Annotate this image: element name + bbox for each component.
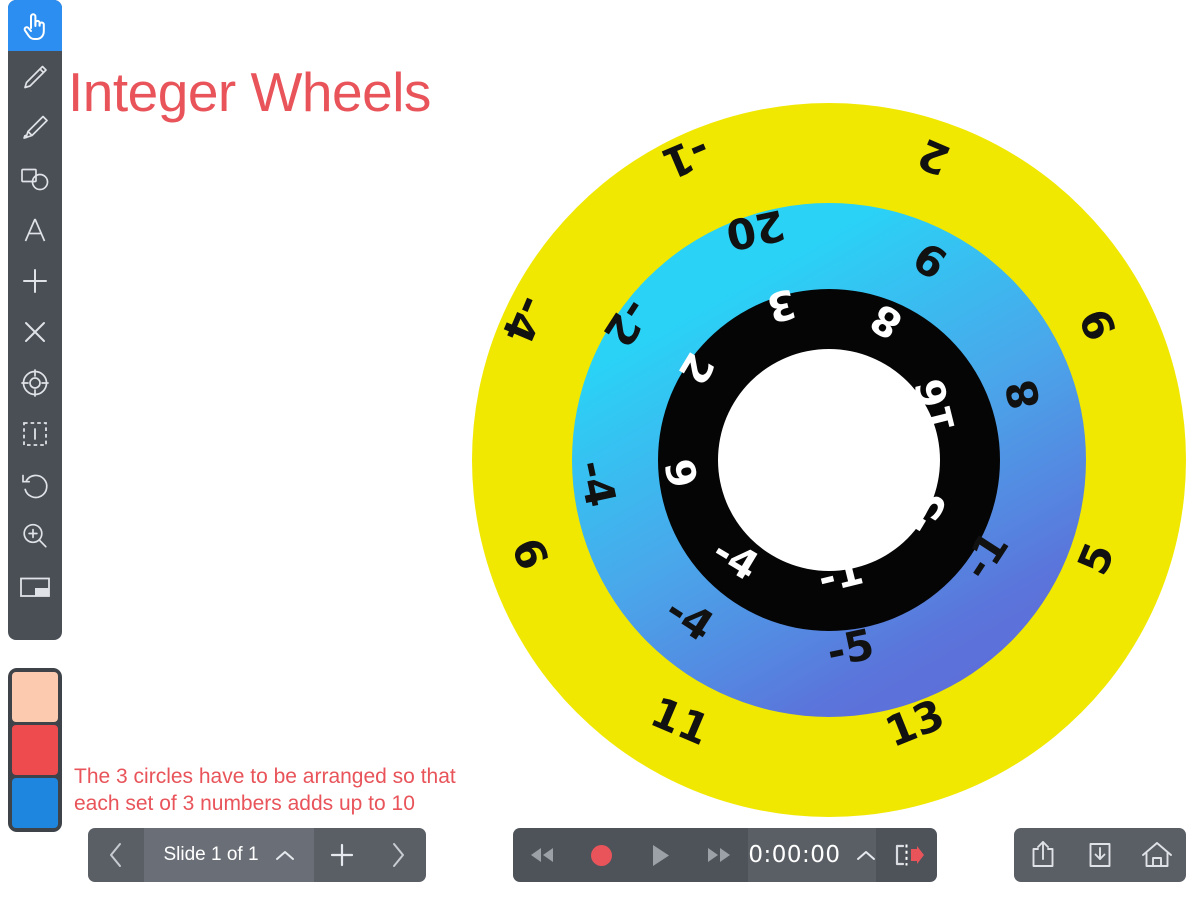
- caption-line-2: each set of 3 numbers adds up to 10: [74, 792, 415, 815]
- playback-bar: 0:00:00: [513, 828, 937, 882]
- chevron-up-icon: [275, 850, 294, 860]
- slide-navigation-bar: Slide 1 of 1: [88, 828, 426, 882]
- undo-icon-button[interactable]: [8, 459, 62, 510]
- zoom-in-icon-button[interactable]: [8, 510, 62, 561]
- timer-label: 0:00:00: [748, 842, 841, 868]
- plus-icon: [20, 266, 50, 296]
- swatch-blue[interactable]: [12, 778, 58, 828]
- integer-wheels-diagram[interactable]: -1 2 9 5 13 11 6 -4 20 9 8 -1 -5 -4 -4 -2 3 8 16 -3 -1 -4 9 2: [472, 103, 1186, 817]
- chevron-left-icon: [110, 843, 121, 867]
- rewind-button[interactable]: [513, 828, 572, 882]
- layout-icon-button[interactable]: [8, 561, 62, 612]
- timer-display[interactable]: 0:00:00: [748, 828, 877, 882]
- pen-icon: [19, 61, 51, 93]
- caption-line-1: The 3 circles have to be arranged so tha…: [74, 765, 456, 788]
- action-bar: [1014, 828, 1186, 882]
- share-icon: [1032, 841, 1054, 867]
- slide-counter-label: Slide 1 of 1: [163, 844, 259, 865]
- close-x-icon: [22, 319, 48, 345]
- text-icon-button[interactable]: [8, 204, 62, 255]
- zoom-in-icon: [19, 520, 51, 552]
- page-title: Integer Wheels: [68, 61, 431, 123]
- wheel-hub: [718, 349, 940, 571]
- slide-caption: The 3 circles have to be arranged so tha…: [74, 763, 456, 817]
- pointer-hand-icon: [20, 10, 50, 42]
- share-button[interactable]: [1014, 828, 1071, 882]
- swatch-red[interactable]: [12, 725, 58, 775]
- plus-icon: [330, 843, 354, 867]
- pen-icon-button[interactable]: [8, 51, 62, 102]
- left-toolbar: [8, 0, 62, 640]
- slide-counter[interactable]: Slide 1 of 1: [144, 828, 314, 882]
- highlighter-icon-button[interactable]: [8, 102, 62, 153]
- undo-icon: [19, 470, 51, 500]
- record-icon: [590, 844, 612, 866]
- select-region-icon: [20, 419, 50, 449]
- download-icon: [1089, 843, 1111, 867]
- add-slide-button[interactable]: [314, 828, 370, 882]
- layout-icon: [18, 574, 52, 600]
- export-presentation-button[interactable]: [876, 828, 937, 882]
- record-button[interactable]: [572, 828, 631, 882]
- download-button[interactable]: [1071, 828, 1128, 882]
- whiteboard-app: Integer Wheels -1 2 9 5 13 11 6 -4 20 9 8 -1 -5 -4 -4-…: [0, 0, 1200, 900]
- target-icon-button[interactable]: [8, 357, 62, 408]
- swatch-peach[interactable]: [12, 672, 58, 722]
- fast-forward-button[interactable]: [689, 828, 748, 882]
- chevron-right-icon: [393, 843, 404, 867]
- pointer-hand-icon-button[interactable]: [8, 0, 62, 51]
- play-button[interactable]: [631, 828, 690, 882]
- color-palette: [8, 668, 62, 832]
- home-button[interactable]: [1129, 828, 1186, 882]
- close-x-icon-button[interactable]: [8, 306, 62, 357]
- shapes-icon: [18, 164, 52, 194]
- plus-icon-button[interactable]: [8, 255, 62, 306]
- chevron-up-icon: [857, 850, 876, 860]
- rewind-icon: [531, 848, 554, 862]
- previous-slide-button[interactable]: [88, 828, 144, 882]
- text-icon: [21, 215, 49, 245]
- present-export-icon: [895, 844, 924, 866]
- next-slide-button[interactable]: [370, 828, 426, 882]
- target-icon: [19, 367, 51, 399]
- highlighter-icon: [19, 112, 51, 144]
- shapes-icon-button[interactable]: [8, 153, 62, 204]
- home-icon: [1142, 842, 1173, 867]
- play-icon: [652, 844, 669, 866]
- fast-forward-icon: [707, 848, 730, 862]
- select-region-icon-button[interactable]: [8, 408, 62, 459]
